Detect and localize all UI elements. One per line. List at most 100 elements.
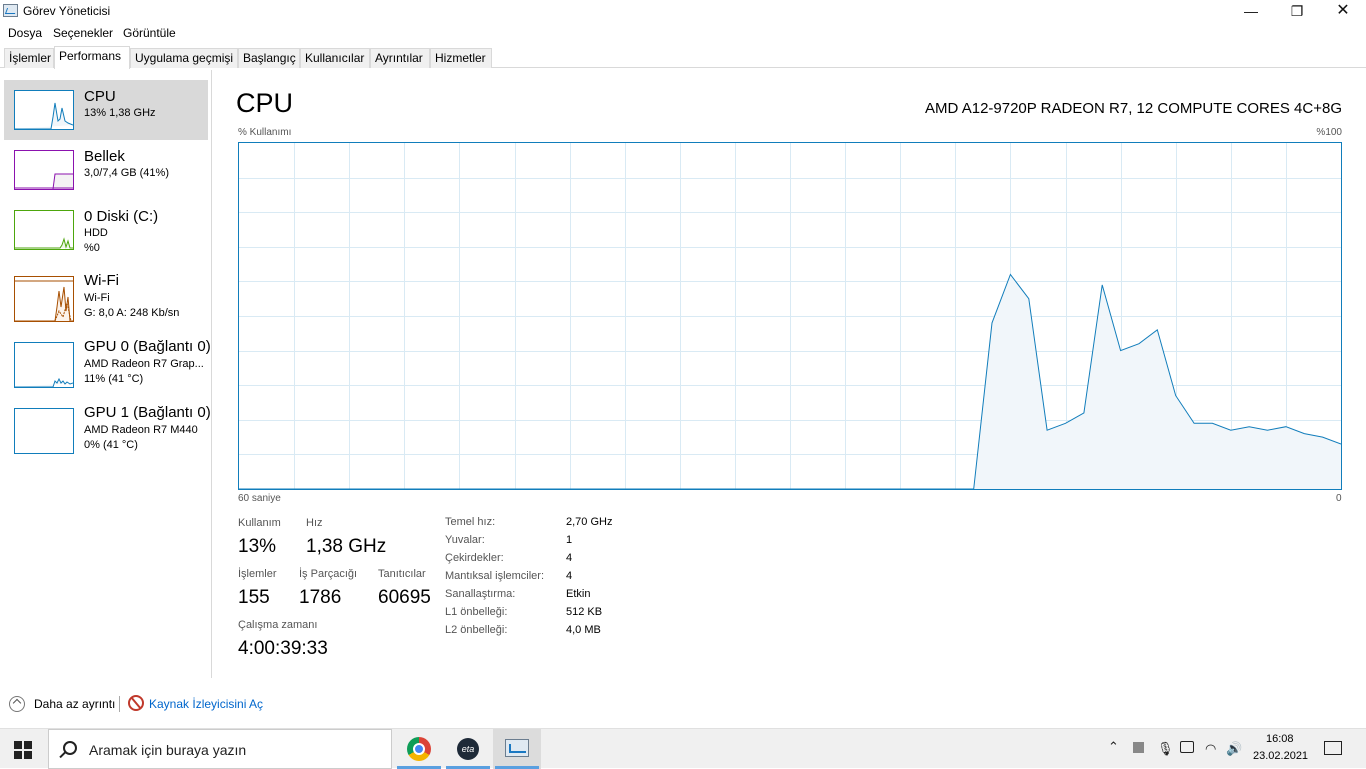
microphone-icon[interactable]: 🎙	[1157, 741, 1174, 757]
sidebar-subtitle-2: %0	[84, 242, 100, 254]
window-title: Görev Yöneticisi	[23, 4, 111, 18]
menu-file[interactable]: Dosya	[8, 26, 42, 40]
detail-value: 4	[566, 552, 573, 564]
search-placeholder: Aramak için buraya yazın	[89, 742, 247, 758]
notification-icon[interactable]	[1324, 741, 1342, 755]
detail-value: 512 KB	[566, 606, 603, 618]
sidebar-subtitle: 3,0/7,4 GB (41%)	[84, 167, 169, 179]
max-axis-label: %100	[1316, 127, 1342, 138]
task-manager-icon	[3, 4, 18, 17]
handles-label: Tanıtıcılar	[378, 568, 426, 580]
tab-app-history[interactable]: Uygulama geçmişi	[130, 48, 238, 68]
volume-icon[interactable]: 🔊	[1226, 741, 1242, 757]
wifi-thumbnail-graph	[14, 276, 74, 322]
sidebar-subtitle: HDD	[84, 227, 108, 239]
sidebar-subtitle: AMD Radeon R7 M440	[84, 424, 198, 436]
open-resource-monitor-link[interactable]: Kaynak İzleyicisini Aç	[149, 697, 263, 711]
uptime-label: Çalışma zamanı	[238, 619, 318, 631]
sidebar-item-gpu0[interactable]: GPU 0 (Bağlantı 0) AMD Radeon R7 Grap...…	[4, 336, 211, 398]
memory-thumbnail-graph	[14, 150, 74, 190]
detail-value: Etkin	[566, 588, 591, 600]
tab-details[interactable]: Ayrıntılar	[370, 48, 430, 68]
usage-label: Kullanım	[238, 517, 281, 529]
minimize-button[interactable]: —	[1228, 0, 1274, 22]
sidebar-title: Wi-Fi	[84, 272, 119, 289]
time-axis-label: 60 saniye	[238, 493, 281, 504]
min-axis-label: 0	[1336, 493, 1342, 504]
processes-label: İşlemler	[238, 568, 277, 580]
sidebar-title: CPU	[84, 88, 116, 105]
detail-label: Temel hız:	[445, 516, 496, 528]
sidebar-subtitle: 13% 1,38 GHz	[84, 107, 156, 119]
resource-sidebar: CPU 13% 1,38 GHz Bellek 3,0/7,4 GB (41%)…	[0, 70, 212, 678]
chevron-up-icon[interactable]: ⌃	[1108, 739, 1119, 755]
taskbar-search-box[interactable]: Aramak için buraya yazın	[48, 729, 392, 769]
cpu-usage-graph	[238, 142, 1342, 490]
detail-value: 2,70 GHz	[566, 516, 613, 528]
threads-value: 1786	[299, 587, 342, 608]
sidebar-item-memory[interactable]: Bellek 3,0/7,4 GB (41%)	[4, 140, 208, 200]
eta-app-icon: eta	[457, 738, 479, 760]
close-button[interactable]: ✕	[1320, 0, 1366, 22]
sidebar-title: 0 Diski (C:)	[84, 208, 159, 225]
tab-services[interactable]: Hizmetler	[430, 48, 492, 68]
tray-app-icon[interactable]	[1133, 742, 1144, 753]
collapse-icon[interactable]	[9, 696, 25, 712]
menu-view[interactable]: Görüntüle	[123, 26, 176, 40]
detail-label: Mantıksal işlemciler:	[445, 570, 545, 582]
taskbar-task-manager[interactable]	[493, 729, 541, 769]
sidebar-title: Bellek	[84, 148, 125, 165]
sidebar-title: GPU 1 (Bağlantı 0)	[84, 404, 211, 421]
sidebar-item-cpu[interactable]: CPU 13% 1,38 GHz	[4, 80, 208, 140]
sidebar-subtitle-2: 0% (41 °C)	[84, 439, 138, 451]
usage-value: 13%	[238, 536, 277, 557]
cpu-usage-chart	[239, 143, 1341, 489]
taskbar-chrome[interactable]	[395, 729, 443, 769]
sidebar-subtitle: Wi-Fi	[84, 292, 110, 304]
sidebar-item-wifi[interactable]: Wi-Fi Wi-Fi G: 8,0 A: 248 Kb/sn	[4, 270, 208, 332]
processes-value: 155	[238, 587, 270, 608]
divider	[119, 696, 120, 712]
tab-processes[interactable]: İşlemler	[4, 48, 54, 68]
sidebar-item-gpu1[interactable]: GPU 1 (Bağlantı 0) AMD Radeon R7 M440 0%…	[4, 402, 211, 464]
title-bar: Görev Yöneticisi — ❐ ✕	[0, 0, 1366, 22]
detail-label: Çekirdekler:	[445, 552, 504, 564]
sidebar-subtitle-2: G: 8,0 A: 248 Kb/sn	[84, 307, 180, 319]
wifi-icon[interactable]: ◠	[1205, 741, 1216, 757]
menu-options[interactable]: Seçenekler	[53, 26, 113, 40]
battery-icon[interactable]	[1180, 741, 1194, 753]
disk-thumbnail-graph	[14, 210, 74, 250]
sidebar-title: GPU 0 (Bağlantı 0)	[84, 338, 211, 355]
detail-value: 1	[566, 534, 573, 546]
taskbar: Aramak için buraya yazın eta ⌃ 🎙 ◠ 🔊 16:…	[0, 728, 1366, 769]
sidebar-subtitle: AMD Radeon R7 Grap...	[84, 358, 204, 370]
detail-value: 4,0 MB	[566, 624, 601, 636]
cpu-thumbnail-graph	[14, 90, 74, 130]
windows-start-icon[interactable]	[14, 741, 32, 759]
fewer-details-button[interactable]: Daha az ayrıntı	[34, 697, 115, 711]
threads-label: İş Parçacığı	[299, 568, 358, 580]
usage-axis-label: % Kullanımı	[238, 127, 292, 138]
detail-label: L1 önbelleği:	[445, 606, 508, 618]
detail-label: Sanallaştırma:	[445, 588, 516, 600]
sidebar-subtitle-2: 11% (41 °C)	[84, 373, 144, 385]
tab-bar: İşlemler Performans Uygulama geçmişi Baş…	[0, 46, 1366, 69]
tab-users[interactable]: Kullanıcılar	[300, 48, 370, 68]
footer-bar: Daha az ayrıntı Kaynak İzleyicisini Aç	[0, 690, 1366, 718]
clock-date[interactable]: 23.02.2021	[1253, 750, 1308, 762]
clock-time[interactable]: 16:08	[1266, 733, 1294, 745]
gpu1-thumbnail-graph	[14, 408, 74, 454]
speed-label: Hız	[306, 517, 323, 529]
tab-startup[interactable]: Başlangıç	[238, 48, 300, 68]
uptime-value: 4:00:39:33	[238, 638, 328, 659]
maximize-button[interactable]: ❐	[1274, 0, 1320, 22]
gpu0-thumbnail-graph	[14, 342, 74, 388]
taskbar-eta[interactable]: eta	[444, 729, 492, 769]
resource-monitor-icon[interactable]	[128, 695, 144, 711]
tab-performance[interactable]: Performans	[54, 46, 130, 69]
handles-value: 60695	[378, 587, 431, 608]
processor-name: AMD A12-9720P RADEON R7, 12 COMPUTE CORE…	[925, 100, 1342, 117]
sidebar-item-disk[interactable]: 0 Diski (C:) HDD %0	[4, 200, 208, 260]
detail-label: L2 önbelleği:	[445, 624, 508, 636]
chrome-icon	[407, 737, 431, 761]
